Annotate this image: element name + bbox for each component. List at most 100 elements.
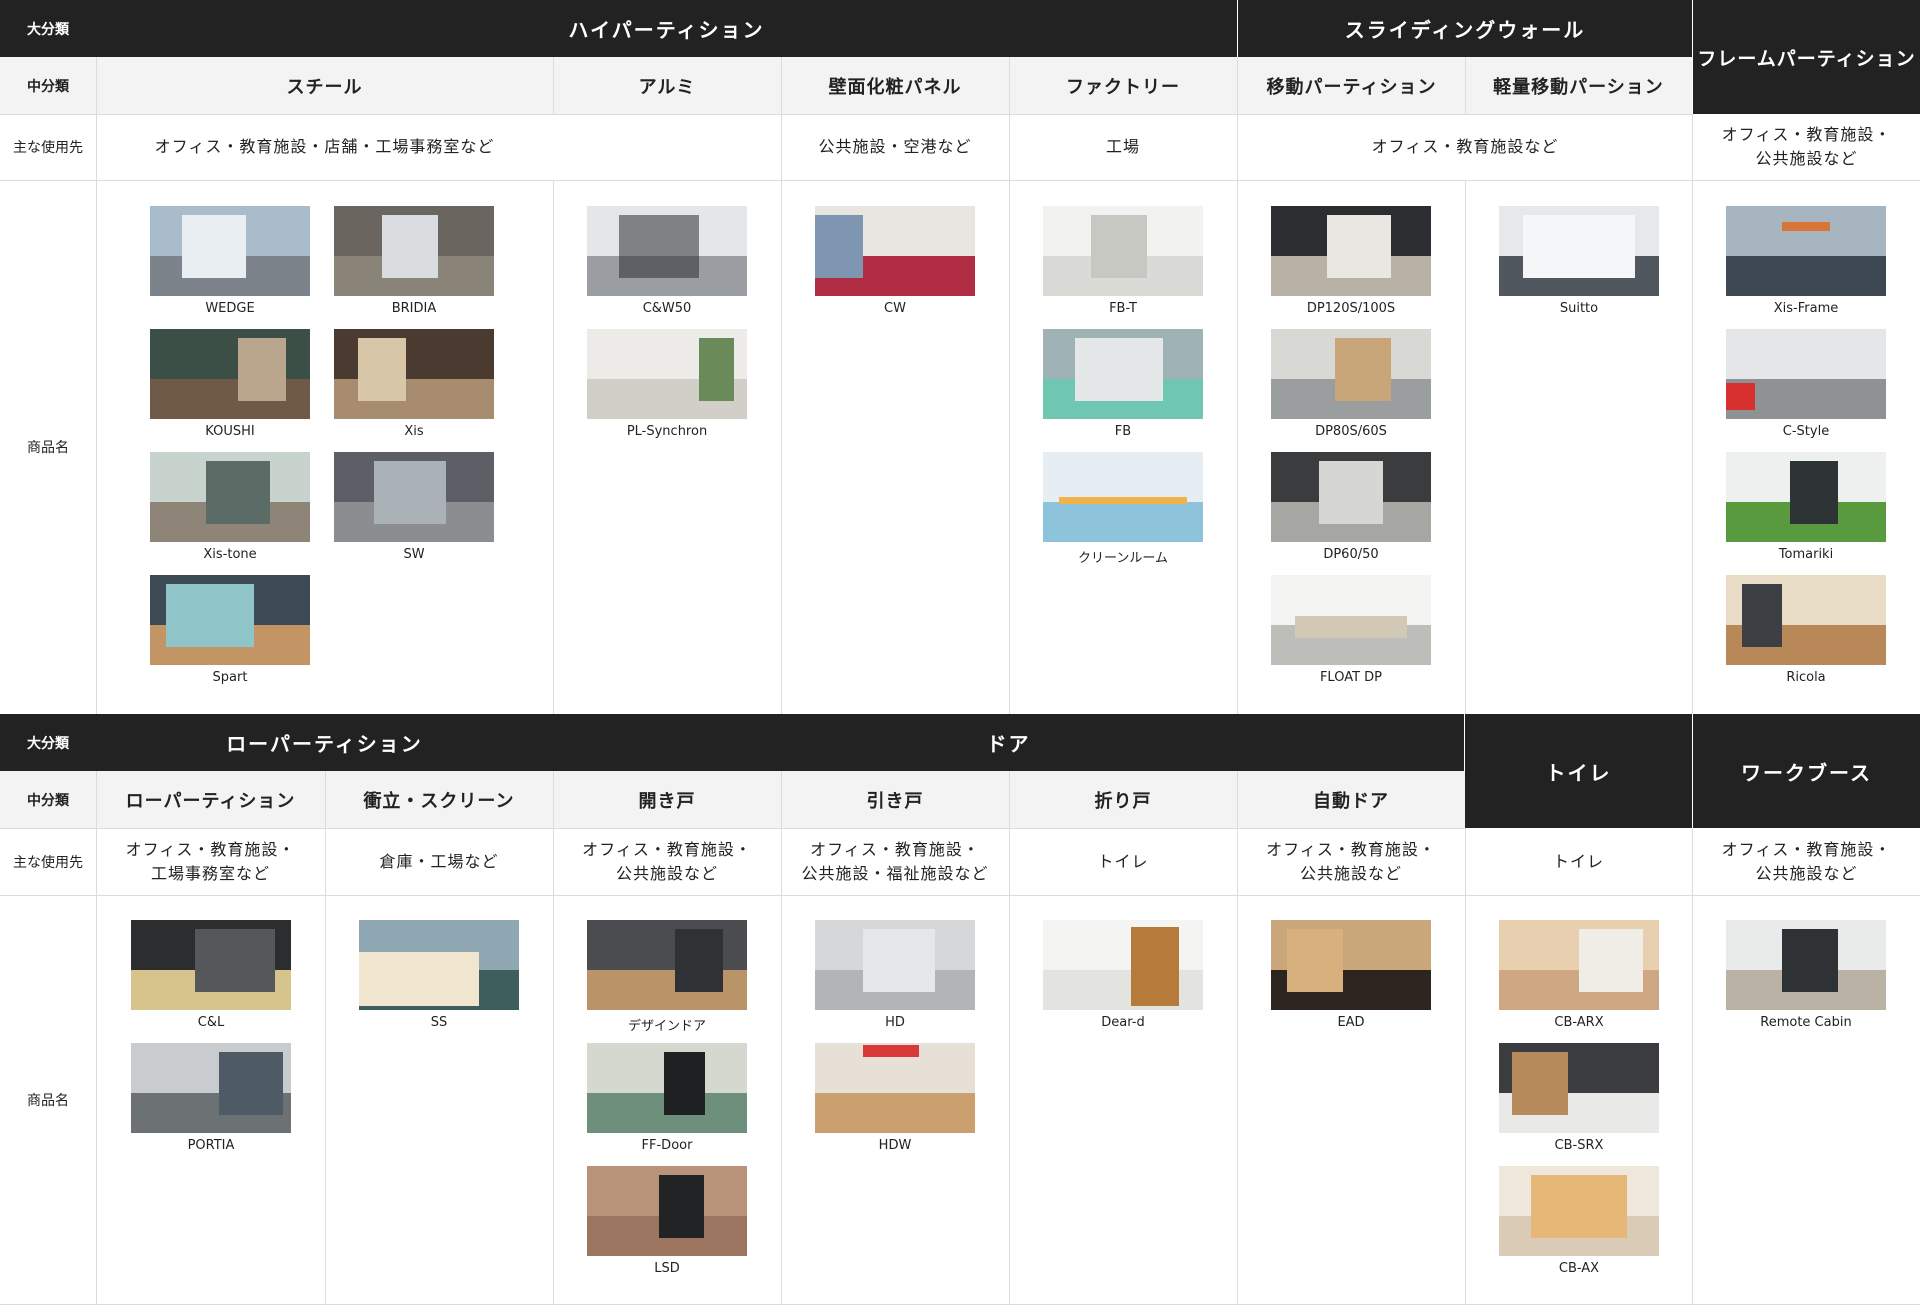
usage-low-line1: オフィス・教育施設・ <box>125 839 296 859</box>
product-card[interactable]: Ricola <box>1726 575 1886 685</box>
category-work-booth: ワークブース <box>1693 714 1920 828</box>
product-name: SW <box>403 547 425 562</box>
sub-factory: ファクトリー <box>1009 57 1237 114</box>
product-card[interactable]: FB-T <box>1043 206 1203 316</box>
product-photo <box>1043 206 1203 296</box>
product-card[interactable]: DP120S/100S <box>1271 206 1431 316</box>
product-card[interactable]: C-Style <box>1726 329 1886 439</box>
product-photo <box>815 1043 975 1133</box>
product-card[interactable]: FLOAT DP <box>1271 575 1431 685</box>
product-card[interactable]: C&L <box>131 920 291 1030</box>
product-card[interactable]: デザインドア <box>587 920 747 1034</box>
product-card[interactable]: LSD <box>587 1166 747 1276</box>
product-card[interactable]: CW <box>815 206 975 316</box>
label-major: 大分類 <box>0 0 96 57</box>
label-major-2: 大分類 <box>0 714 96 771</box>
product-photo <box>815 920 975 1010</box>
sub-steel: スチール <box>96 57 553 114</box>
product-card[interactable]: Xis-Frame <box>1726 206 1886 316</box>
usage-wall-panel: 公共施設・空港など <box>781 114 1009 180</box>
product-photo <box>334 206 494 296</box>
product-card[interactable]: BRIDIA <box>334 206 494 316</box>
product-photo <box>1726 452 1886 542</box>
sub-automatic-door: 自動ドア <box>1237 771 1465 828</box>
product-card[interactable]: Xis-tone <box>150 452 310 562</box>
product-name: CW <box>884 301 906 316</box>
sub-aluminum: アルミ <box>553 57 781 114</box>
product-card[interactable]: HD <box>815 920 975 1030</box>
usage-screen: 倉庫・工場など <box>325 828 553 895</box>
product-card[interactable]: DP80S/60S <box>1271 329 1431 439</box>
product-card[interactable]: Spart <box>150 575 310 685</box>
product-card[interactable]: DP60/50 <box>1271 452 1431 562</box>
product-name: C&W50 <box>642 301 692 316</box>
product-name: クリーンルーム <box>1078 551 1168 566</box>
product-photo <box>334 329 494 419</box>
product-photo <box>587 920 747 1010</box>
product-card[interactable]: C&W50 <box>587 206 747 316</box>
usage-open-line1: オフィス・教育施設・ <box>582 839 752 859</box>
product-photo <box>1726 329 1886 419</box>
product-card[interactable]: CB-AX <box>1499 1166 1659 1276</box>
category-high-partition: ハイパーティション <box>96 0 1237 57</box>
product-card[interactable]: PORTIA <box>131 1043 291 1153</box>
product-card[interactable]: SS <box>359 920 519 1030</box>
label-middle-2: 中分類 <box>0 771 96 828</box>
product-photo <box>1499 1043 1659 1133</box>
product-card[interactable]: FF-Door <box>587 1043 747 1153</box>
product-card[interactable]: FB <box>1043 329 1203 439</box>
product-photo <box>815 206 975 296</box>
product-name: EAD <box>1337 1015 1365 1030</box>
grid-line <box>0 114 1693 115</box>
product-name: Tomariki <box>1778 547 1834 562</box>
product-card[interactable]: Tomariki <box>1726 452 1886 562</box>
grid-line <box>325 771 326 1305</box>
product-photo <box>1043 452 1203 542</box>
product-name: Xis-Frame <box>1773 301 1839 316</box>
product-card[interactable]: EAD <box>1271 920 1431 1030</box>
product-photo <box>1726 920 1886 1010</box>
usage-open-line2: 公共施設など <box>615 863 718 883</box>
sub-folding-door: 折り戸 <box>1009 771 1237 828</box>
sub-wall-panel: 壁面化粧パネル <box>781 57 1009 114</box>
product-name: PORTIA <box>187 1138 235 1153</box>
product-name: CB-ARX <box>1554 1015 1604 1030</box>
product-card[interactable]: Xis <box>334 329 494 439</box>
sub-hinged-door: 開き戸 <box>553 771 781 828</box>
product-name: C&L <box>197 1015 225 1030</box>
product-card[interactable]: Dear-d <box>1043 920 1203 1030</box>
product-name: LSD <box>654 1261 680 1276</box>
product-photo <box>150 452 310 542</box>
grid-line <box>0 828 1465 829</box>
product-card[interactable]: クリーンルーム <box>1043 452 1203 566</box>
product-name: Ricola <box>1786 670 1826 685</box>
product-card[interactable]: CB-ARX <box>1499 920 1659 1030</box>
product-photo <box>131 1043 291 1133</box>
grid-line <box>781 771 782 1305</box>
product-name: BRIDIA <box>391 301 437 316</box>
product-photo <box>1271 329 1431 419</box>
label-usage-2: 主な使用先 <box>0 828 96 895</box>
grid-line <box>1237 771 1238 1305</box>
product-card[interactable]: KOUSHI <box>150 329 310 439</box>
usage-slide-line1: オフィス・教育施設・ <box>810 839 980 859</box>
product-name: DP60/50 <box>1323 547 1379 562</box>
usage-steel-aluminum: オフィス・教育施設・店舗・工場事務室など <box>96 114 781 180</box>
usage-toilet: トイレ <box>1465 828 1692 895</box>
product-card[interactable]: WEDGE <box>150 206 310 316</box>
product-photo <box>150 329 310 419</box>
grid-line <box>1009 771 1010 1305</box>
product-card[interactable]: PL-Synchron <box>587 329 747 439</box>
grid-line <box>96 57 97 714</box>
category-frame-partition: フレームパーティション <box>1693 0 1920 114</box>
product-name: Dear-d <box>1101 1015 1145 1030</box>
usage-work-booth: オフィス・教育施設・ 公共施設など <box>1693 828 1920 895</box>
grid-line <box>1692 828 1693 1305</box>
product-photo <box>1271 575 1431 665</box>
product-photo <box>1726 206 1886 296</box>
product-card[interactable]: SW <box>334 452 494 562</box>
product-card[interactable]: Remote Cabin <box>1726 920 1886 1030</box>
product-card[interactable]: Suitto <box>1499 206 1659 316</box>
product-card[interactable]: HDW <box>815 1043 975 1153</box>
product-card[interactable]: CB-SRX <box>1499 1043 1659 1153</box>
